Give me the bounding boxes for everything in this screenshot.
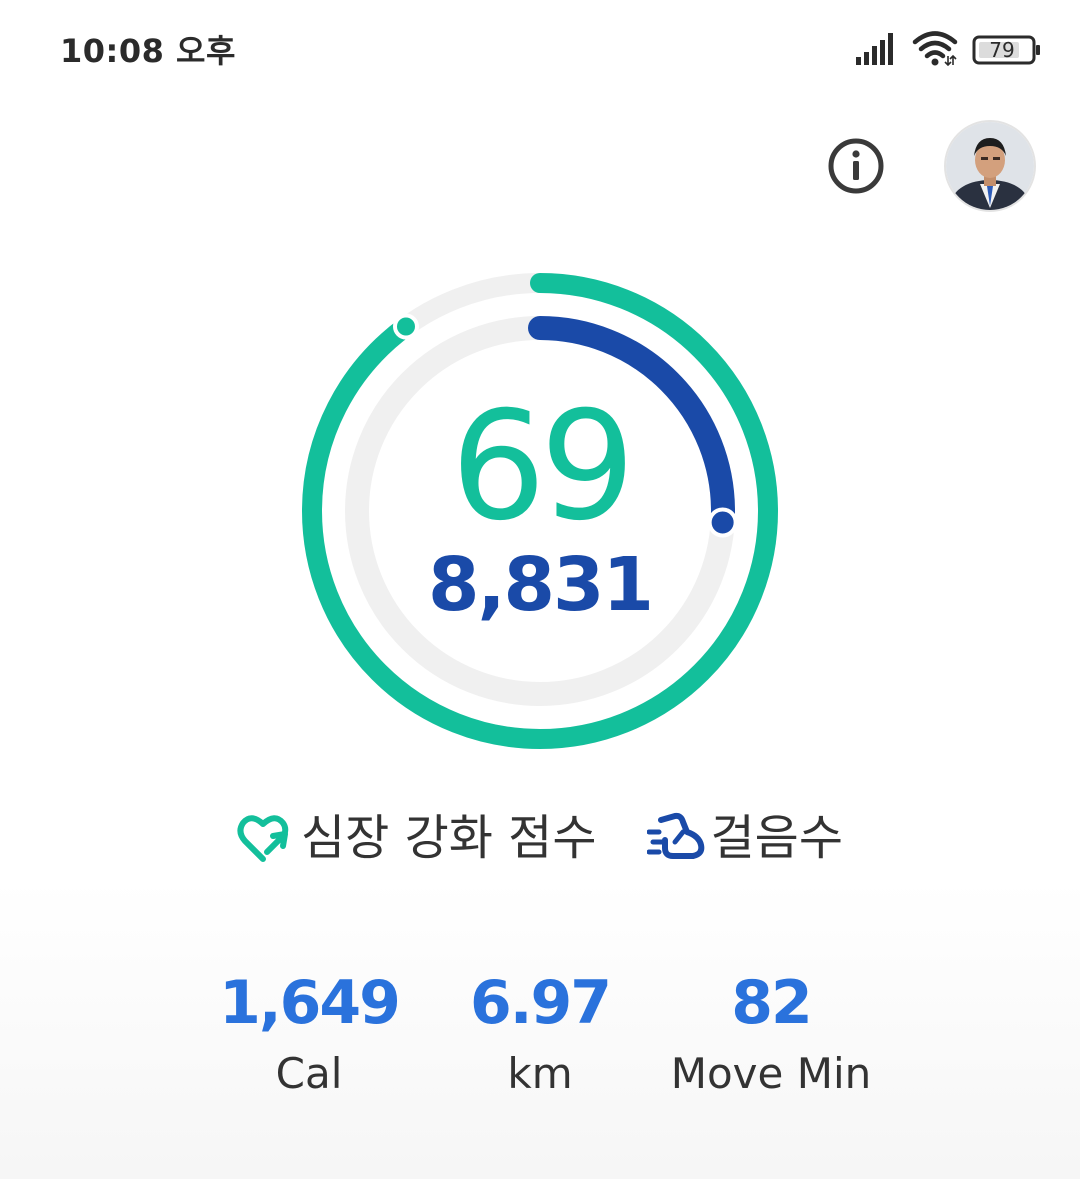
info-button[interactable] (826, 136, 886, 196)
stat-distance-label: km (507, 1049, 573, 1098)
heart-points-icon (237, 815, 289, 862)
top-actions (826, 120, 1036, 212)
stat-move-minutes-value: 82 (731, 968, 813, 1038)
legend-steps[interactable]: 걸음수 (646, 806, 843, 870)
stat-move-minutes-label: Move Min (670, 1049, 872, 1098)
stat-calories-label: Cal (275, 1049, 343, 1098)
stat-calories-value: 1,649 (219, 968, 401, 1038)
status-icons: 79 (856, 30, 1040, 70)
status-bar: 10:08 오후 79 (0, 0, 1080, 96)
status-time: 10:08 오후 (60, 32, 236, 70)
info-icon (828, 138, 884, 194)
profile-avatar[interactable] (944, 120, 1036, 212)
steps-value: 8,831 (427, 542, 654, 628)
heart-points-value: 69 (450, 380, 636, 554)
battery-icon: 79 (972, 35, 1040, 65)
legend-steps-label: 걸음수 (710, 810, 843, 866)
stat-distance[interactable]: 6.97 km (420, 966, 660, 1102)
signal-icon (856, 31, 898, 69)
stat-calories[interactable]: 1,649 Cal (189, 966, 429, 1102)
stat-distance-value: 6.97 (469, 968, 612, 1038)
ring-legend: 심장 강화 점수 걸음수 (0, 806, 1080, 870)
legend-heart-points[interactable]: 심장 강화 점수 (237, 806, 597, 870)
legend-heart-points-label: 심장 강화 점수 (301, 810, 597, 866)
steps-icon (646, 812, 704, 859)
wifi-icon (912, 30, 958, 70)
battery-level: 79 (989, 38, 1015, 62)
stat-move-minutes[interactable]: 82 Move Min (651, 966, 891, 1102)
